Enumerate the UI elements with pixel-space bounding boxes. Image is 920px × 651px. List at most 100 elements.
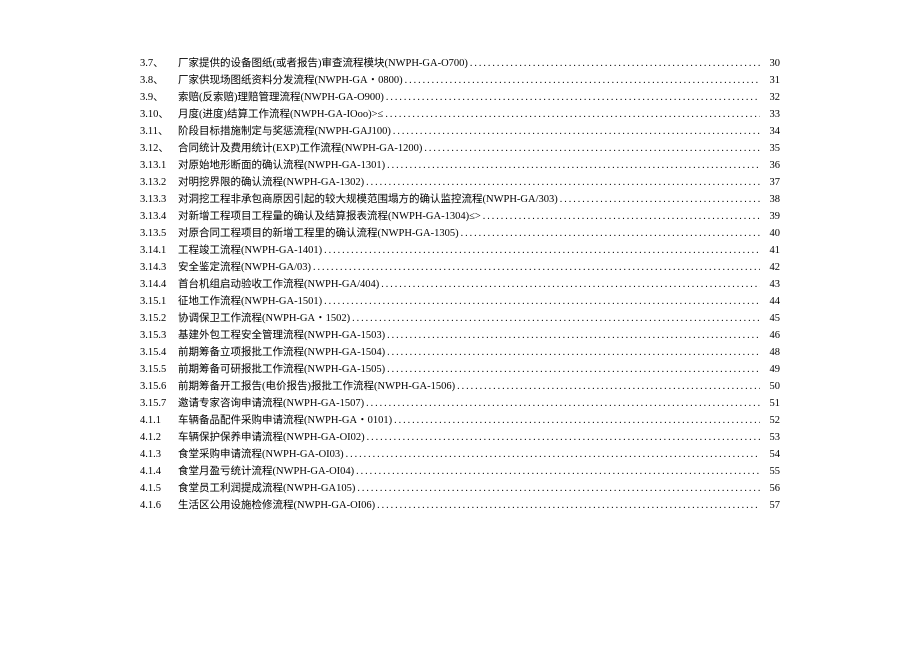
toc-number: 4.1.3 — [140, 446, 178, 463]
toc-page-number: 39 — [762, 208, 780, 225]
toc-entry: 3.13.2对明挖界限的确认流程(NWPH-GA-1302) 37 — [140, 174, 780, 191]
toc-page-number: 50 — [762, 378, 780, 395]
toc-title: 车辆备品配件采购申请流程(NWPH-GA・0101) — [178, 412, 392, 429]
toc-leader-dots — [470, 55, 760, 72]
toc-page-number: 34 — [762, 123, 780, 140]
toc-entry: 3.15.1征地工作流程(NWPH-GA-1501)44 — [140, 293, 780, 310]
toc-title: 食堂月盈亏统计流程(NWPH-GA-OI04) — [178, 463, 354, 480]
toc-title: 安全鉴定流程(NWPH-GA/03) — [178, 259, 311, 276]
toc-number: 3.14.1 — [140, 242, 178, 259]
toc-page-number: 57 — [762, 497, 780, 514]
toc-entry: 3.15.2协调保卫工作流程(NWPH-GA・1502)45 — [140, 310, 780, 327]
toc-page-number: 55 — [762, 463, 780, 480]
toc-title: 阶段目标措施制定与奖惩流程(NWPH-GAJ100) — [178, 123, 391, 140]
toc-number: 4.1.2 — [140, 429, 178, 446]
toc-number: 3.15.7 — [140, 395, 178, 412]
toc-title: 食堂采购申请流程(NWPH-GA-OI03) — [178, 446, 344, 463]
toc-leader-dots — [483, 208, 760, 225]
toc-entry: 3.14.3安全鉴定流程(NWPH-GA/03)42 — [140, 259, 780, 276]
toc-number: 3.13.3 — [140, 191, 178, 208]
toc-page-number: 32 — [762, 89, 780, 106]
toc-entry: 3.15.6前期筹备开工报告(电价报告)报批工作流程(NWPH-GA-1506)… — [140, 378, 780, 395]
toc-entry: 3.12、合同统计及费用统计(EXP)工作流程(NWPH-GA-1200)35 — [140, 140, 780, 157]
toc-entry: 4.1.2车辆保护保养申请流程(NWPH-GA-OI02)53 — [140, 429, 780, 446]
toc-entry: 3.15.3基建外包工程安全管理流程(NWPH-GA-1503)46 — [140, 327, 780, 344]
toc-page-number: 37 — [762, 174, 780, 191]
toc-number: 3.8、 — [140, 72, 178, 89]
toc-leader-dots — [356, 463, 760, 480]
toc-leader-dots — [405, 72, 760, 89]
toc-entry: 3.8、厂家供现场图纸资料分发流程(NWPH-GA・0800) 31 — [140, 72, 780, 89]
toc-title: 对洞挖工程非承包商原因引起的较大规模范围塌方的确认监控流程(NWPH-GA/30… — [178, 191, 558, 208]
toc-entry: 3.15.4前期筹备立项报批工作流程(NWPH-GA-1504)48 — [140, 344, 780, 361]
toc-number: 3.13.1 — [140, 157, 178, 174]
toc-leader-dots — [457, 378, 760, 395]
toc-number: 4.1.1 — [140, 412, 178, 429]
toc-number: 3.15.1 — [140, 293, 178, 310]
toc-page-number: 52 — [762, 412, 780, 429]
toc-title: 索赔(反索赔)理赔管理流程(NWPH-GA-O900) — [178, 89, 384, 106]
toc-leader-dots — [385, 106, 760, 123]
toc-entry: 3.14.1工程竣工流程(NWPH-GA-1401)41 — [140, 242, 780, 259]
toc-number: 3.13.4 — [140, 208, 178, 225]
toc-entry: 3.13.3对洞挖工程非承包商原因引起的较大规模范围塌方的确认监控流程(NWPH… — [140, 191, 780, 208]
toc-leader-dots — [387, 157, 760, 174]
toc-number: 3.14.4 — [140, 276, 178, 293]
toc-page-number: 45 — [762, 310, 780, 327]
toc-entry: 3.9、索赔(反索赔)理赔管理流程(NWPH-GA-O900) 32 — [140, 89, 780, 106]
toc-entry: 3.13.4对新增工程项目工程量的确认及结算报表流程(NWPH-GA-1304)… — [140, 208, 780, 225]
toc-number: 3.14.3 — [140, 259, 178, 276]
toc-number: 3.15.3 — [140, 327, 178, 344]
toc-leader-dots — [393, 123, 760, 140]
toc-entry: 3.10、月度(进度)结算工作流程(NWPH-GA-IOoo)>≤33 — [140, 106, 780, 123]
toc-page-number: 38 — [762, 191, 780, 208]
toc-leader-dots — [324, 242, 760, 259]
toc-number: 3.10、 — [140, 106, 178, 123]
toc-number: 3.7、 — [140, 55, 178, 72]
toc-entry: 3.7、厂家提供的设备图纸(或者报告)审查流程模块(NWPH-GA-O700)3… — [140, 55, 780, 72]
toc-title: 前期筹备立项报批工作流程(NWPH-GA-1504) — [178, 344, 385, 361]
toc-number: 3.15.2 — [140, 310, 178, 327]
toc-leader-dots — [387, 344, 760, 361]
toc-title: 前期筹备可研报批工作流程(NWPH-GA-1505) — [178, 361, 385, 378]
toc-page-number: 30 — [762, 55, 780, 72]
toc-title: 厂家供现场图纸资料分发流程(NWPH-GA・0800) — [178, 72, 403, 89]
toc-number: 3.13.5 — [140, 225, 178, 242]
toc-title: 合同统计及费用统计(EXP)工作流程(NWPH-GA-1200) — [178, 140, 422, 157]
toc-title: 征地工作流程(NWPH-GA-1501) — [178, 293, 322, 310]
toc-number: 3.13.2 — [140, 174, 178, 191]
toc-title: 对原合同工程项目的新增工程里的确认流程(NWPH-GA-1305) — [178, 225, 459, 242]
toc-leader-dots — [387, 361, 760, 378]
toc-title: 车辆保护保养申请流程(NWPH-GA-OI02) — [178, 429, 365, 446]
toc-entry: 3.15.7邀请专家咨询申请流程(NWPH-GA-1507)51 — [140, 395, 780, 412]
toc-leader-dots — [560, 191, 760, 208]
toc-page-number: 33 — [762, 106, 780, 123]
toc-number: 3.15.5 — [140, 361, 178, 378]
toc-number: 3.9、 — [140, 89, 178, 106]
toc-leader-dots — [381, 276, 760, 293]
toc-page-number: 41 — [762, 242, 780, 259]
toc-title: 生活区公用设施检修流程(NWPH-GA-OI06) — [178, 497, 375, 514]
toc-entry: 4.1.4食堂月盈亏统计流程(NWPH-GA-OI04) 55 — [140, 463, 780, 480]
toc-title: 对新增工程项目工程量的确认及结算报表流程(NWPH-GA-1304)≤> — [178, 208, 481, 225]
toc-number: 4.1.4 — [140, 463, 178, 480]
toc-entry: 3.15.5前期筹备可研报批工作流程(NWPH-GA-1505) 49 — [140, 361, 780, 378]
toc-leader-dots — [394, 412, 760, 429]
toc-page-number: 36 — [762, 157, 780, 174]
toc-page-number: 49 — [762, 361, 780, 378]
toc-leader-dots — [377, 497, 760, 514]
toc-page-number: 48 — [762, 344, 780, 361]
toc-leader-dots — [366, 174, 760, 191]
toc-number: 3.12、 — [140, 140, 178, 157]
toc-entry: 3.13.1对原始地形断面的确认流程(NWPH-GA-1301)36 — [140, 157, 780, 174]
toc-page-number: 31 — [762, 72, 780, 89]
toc-page-number: 46 — [762, 327, 780, 344]
toc-entry: 3.11、阶段目标措施制定与奖惩流程(NWPH-GAJ100)34 — [140, 123, 780, 140]
toc-leader-dots — [346, 446, 760, 463]
toc-title: 对明挖界限的确认流程(NWPH-GA-1302) — [178, 174, 364, 191]
table-of-contents: 3.7、厂家提供的设备图纸(或者报告)审查流程模块(NWPH-GA-O700)3… — [140, 55, 780, 514]
toc-leader-dots — [367, 429, 760, 446]
toc-page-number: 40 — [762, 225, 780, 242]
toc-leader-dots — [357, 480, 760, 497]
toc-page-number: 56 — [762, 480, 780, 497]
